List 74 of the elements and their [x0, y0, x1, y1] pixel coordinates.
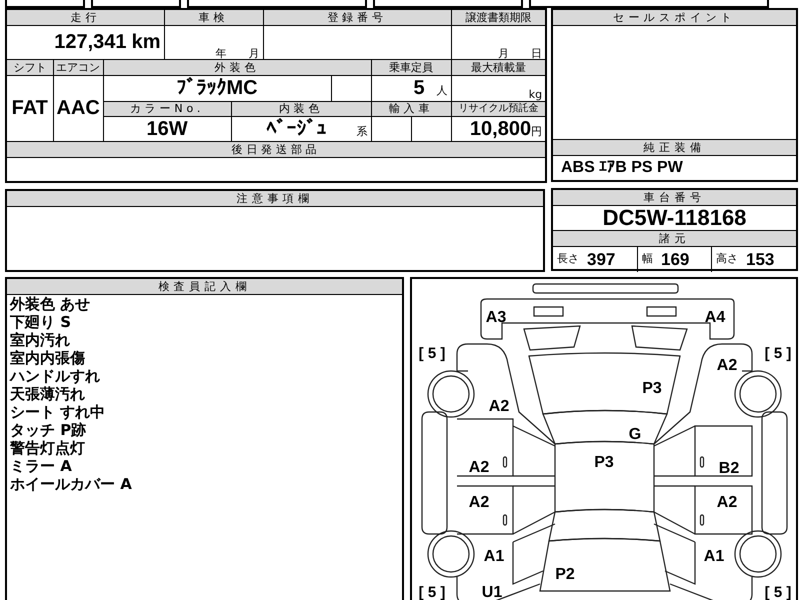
damage-code: G [628, 426, 642, 443]
damage-code: P3 [594, 454, 614, 471]
damage-code: P2 [555, 566, 575, 583]
exterior-color-value: ﾌﾞﾗｯｸMC [176, 77, 258, 99]
damage-code: A3 [486, 309, 506, 326]
inspection-note: ホイールカバー A [9, 475, 133, 493]
damage-code: A2 [716, 494, 738, 511]
day-label: 日 [531, 46, 542, 58]
damage-code: U1 [482, 584, 502, 600]
unit-label: 人 [436, 84, 448, 97]
tire-tread-mark: [ 5 ] [764, 345, 792, 362]
inspection-note: ミラー A [9, 457, 73, 475]
tire-tread-mark: [ 5 ] [418, 345, 446, 362]
deposit-value: 10,800 [470, 118, 532, 140]
section-header: 純正装備 [553, 140, 796, 156]
unit-label: km [132, 31, 161, 53]
interior-color-value: ﾍﾞｰｼﾞｭ [266, 118, 327, 140]
section-header: セールスポイント [553, 10, 796, 26]
suffix-label: 系 [356, 124, 368, 138]
spec-value: 397 [587, 251, 616, 268]
inspection-note: タッチ P跡 [9, 421, 88, 439]
column-header: 外装色 [103, 59, 372, 75]
inspection-note: 外装色 あせ [8, 295, 92, 313]
inspection-note: ハンドルすれ [8, 367, 101, 385]
section-header: 検査員記入欄 [7, 279, 402, 295]
color-number-value: 16W [146, 118, 188, 140]
column-header: カラーNo. [103, 101, 232, 116]
column-header: 乗車定員 [371, 59, 452, 75]
damage-code: A1 [484, 548, 504, 565]
column-header: 内装色 [231, 101, 372, 116]
spec-label: 高さ [716, 251, 738, 268]
damage-code: P3 [642, 380, 662, 397]
section-header: 注意事項欄 [7, 191, 543, 207]
column-header: 走行 [6, 9, 164, 25]
column-header: 輸入車 [371, 101, 452, 116]
damage-code: A2 [468, 459, 490, 476]
column-header: 最大積載量 [451, 59, 546, 75]
inspection-note: シート すれ中 [9, 403, 106, 421]
equipment-value: ABS ｴｱB PS PW [560, 158, 684, 178]
damage-code: A2 [468, 494, 490, 511]
column-header: 登録番号 [263, 9, 452, 25]
tire-tread-mark: [ 5 ] [418, 584, 446, 600]
damage-code: A1 [704, 548, 724, 565]
column-header: 後日発送部品 [6, 141, 546, 157]
tire-tread-mark: [ 5 ] [764, 584, 792, 600]
inspection-note: 室内内張傷 [9, 349, 86, 367]
damage-code: A2 [488, 398, 510, 415]
damage-code: A4 [704, 309, 726, 326]
column-header: シフト [6, 59, 53, 75]
capacity-value: 5 [413, 77, 425, 99]
aircon-value: AAC [56, 97, 100, 119]
column-header: リサイクル預託金 [451, 101, 546, 116]
column-header: エアコン [53, 59, 103, 75]
inspection-note: 天張薄汚れ [8, 385, 86, 403]
spec-label: 幅 [642, 251, 653, 268]
spec-value: 169 [661, 251, 690, 268]
section-header: 車台番号 [553, 190, 796, 206]
column-header: 車検 [164, 9, 264, 25]
shift-value: FAT [12, 97, 48, 119]
inspection-note: 下廻り S [9, 313, 72, 331]
unit-label: kg [528, 88, 542, 100]
column-header: 譲渡書類期限 [451, 9, 546, 25]
spec-value: 153 [746, 251, 774, 268]
section-header: 諸元 [553, 231, 796, 247]
unit-label: 円 [531, 124, 542, 138]
month-label: 月 [248, 46, 260, 58]
month-label: 月 [498, 46, 510, 58]
year-label: 年 [216, 46, 227, 58]
damage-code: A2 [716, 357, 738, 374]
damage-code: B2 [718, 460, 740, 477]
inspection-note: 警告灯点灯 [9, 439, 86, 457]
inspection-note: 室内汚れ [9, 331, 71, 349]
spec-label: 長さ [557, 251, 579, 268]
mileage-value: 127,341 [54, 31, 127, 53]
